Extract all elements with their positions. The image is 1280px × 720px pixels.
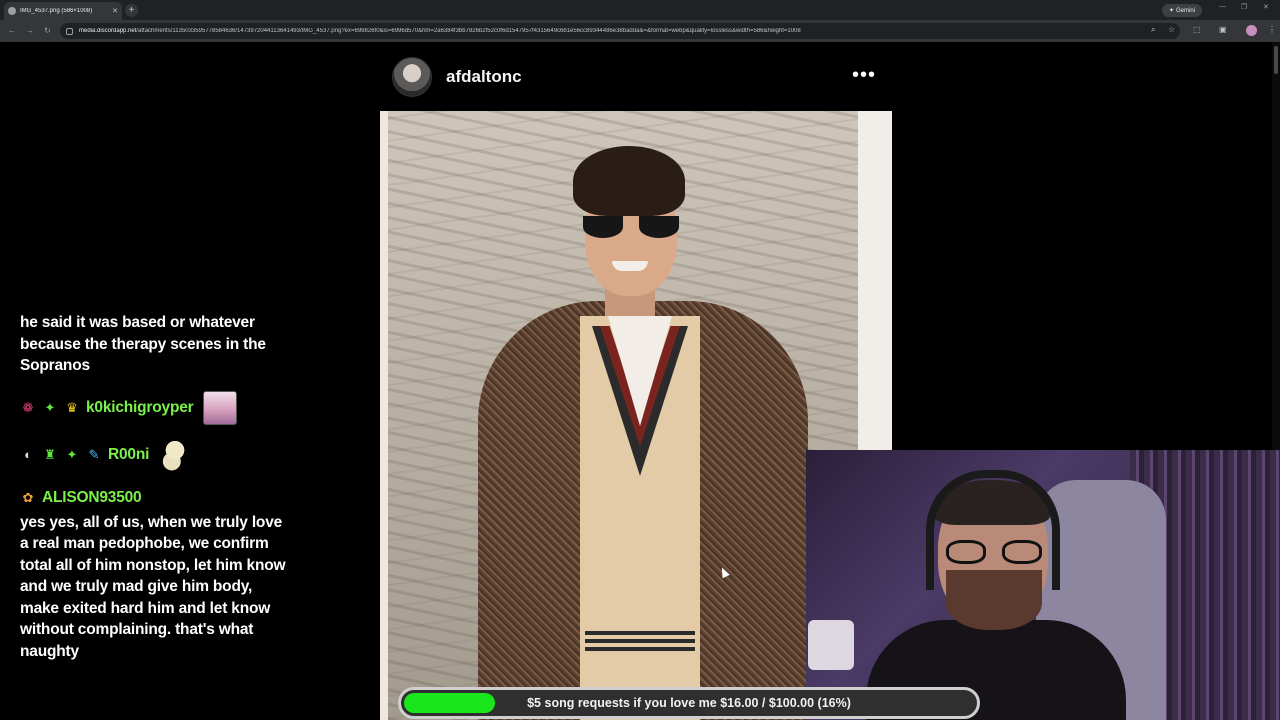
chat-username[interactable]: R00ni: [108, 446, 149, 464]
tab-bar: IMG_4537.png (586×1008) ✕ + ✦ Gemini — ❐…: [0, 0, 1280, 20]
window-close-icon[interactable]: ✕: [1263, 3, 1269, 11]
extensions-icon[interactable]: ⬚: [1193, 25, 1201, 34]
goal-label: $5 song requests if you love me $16.00 /…: [527, 696, 851, 710]
chat-username[interactable]: ALISON93500: [42, 489, 142, 507]
badge-crown-icon: ♛: [66, 399, 78, 415]
address-bar-row: ← → ↻ media.discordapp.net/attachments/1…: [0, 20, 1280, 42]
back-icon[interactable]: ←: [8, 26, 16, 35]
url-field[interactable]: media.discordapp.net/attachments/1135033…: [60, 23, 1180, 39]
tab-favicon-icon: [8, 7, 16, 15]
badge-moon-icon: ◐: [24, 447, 32, 462]
tab-close-icon[interactable]: ✕: [112, 7, 118, 15]
sweater-hem-stripes: [585, 631, 695, 655]
bookmark-star-icon[interactable]: ☆: [1168, 25, 1175, 34]
post-username[interactable]: afdaltonc: [446, 67, 522, 87]
avatar[interactable]: [392, 57, 432, 97]
new-tab-button[interactable]: +: [125, 4, 138, 17]
restore-icon[interactable]: ❐: [1241, 3, 1247, 11]
emote-image: [203, 390, 238, 425]
gemini-button[interactable]: ✦ Gemini: [1162, 4, 1202, 17]
sidebar-icon[interactable]: ▣: [1219, 25, 1227, 34]
url-text: media.discordapp.net/attachments/1135033…: [79, 28, 801, 34]
scrollbar-thumb[interactable]: [1274, 46, 1278, 74]
url-path: /attachments/1135033595778584636/1473972…: [136, 28, 801, 34]
chat-username-row: ✿ ALISON93500: [20, 484, 290, 512]
badge-tower-icon: ♜: [44, 446, 56, 462]
gemini-icon: ✦: [1168, 8, 1174, 14]
sunglasses: [583, 216, 679, 238]
forward-icon[interactable]: →: [26, 26, 34, 35]
headset-icon: [926, 470, 1060, 590]
mug: [808, 620, 854, 670]
more-options-button[interactable]: •••: [852, 65, 876, 85]
chat-username[interactable]: k0kichigroyper: [86, 399, 194, 417]
chat-message-text: he said it was based or whatever because…: [20, 314, 266, 374]
post-header: afdaltonc •••: [392, 55, 892, 99]
chat-username-row: ◐ ♜ ✦ ✎ R00ni: [20, 438, 290, 471]
badge-diamond-icon: ✦: [66, 446, 78, 462]
song-request-goal-bar: $5 song requests if you love me $16.00 /…: [398, 687, 980, 719]
chat-username-row: ❁ ✦ ♛ k0kichigroyper: [20, 390, 290, 425]
badge-flower-icon: ✿: [22, 489, 34, 505]
minimize-icon[interactable]: —: [1219, 3, 1226, 10]
profile-avatar[interactable]: [1246, 25, 1257, 36]
emote-image: [159, 438, 192, 471]
hair: [573, 146, 685, 216]
badge-diamond-icon: ✦: [44, 399, 56, 415]
chat-message-text: yes yes, all of us, when we truly love a…: [20, 513, 286, 660]
smile: [612, 261, 648, 271]
reload-icon[interactable]: ↻: [44, 26, 51, 35]
url-host: media.discordapp.net: [79, 28, 137, 34]
webcam-overlay: [806, 450, 1280, 720]
browser-tab[interactable]: IMG_4537.png (586×1008) ✕: [4, 2, 122, 20]
site-info-icon[interactable]: [66, 27, 73, 35]
tab-title: IMG_4537.png (586×1008): [20, 8, 93, 14]
chat-overlay: he said it was based or whatever because…: [20, 312, 290, 662]
badge-flower-icon: ❁: [22, 399, 34, 415]
browser-menu-icon[interactable]: ⋮: [1268, 25, 1276, 34]
zoom-icon[interactable]: ⌕: [1151, 25, 1155, 35]
badge-sword-icon: ✎: [88, 446, 100, 462]
gemini-label: Gemini: [1176, 7, 1196, 14]
